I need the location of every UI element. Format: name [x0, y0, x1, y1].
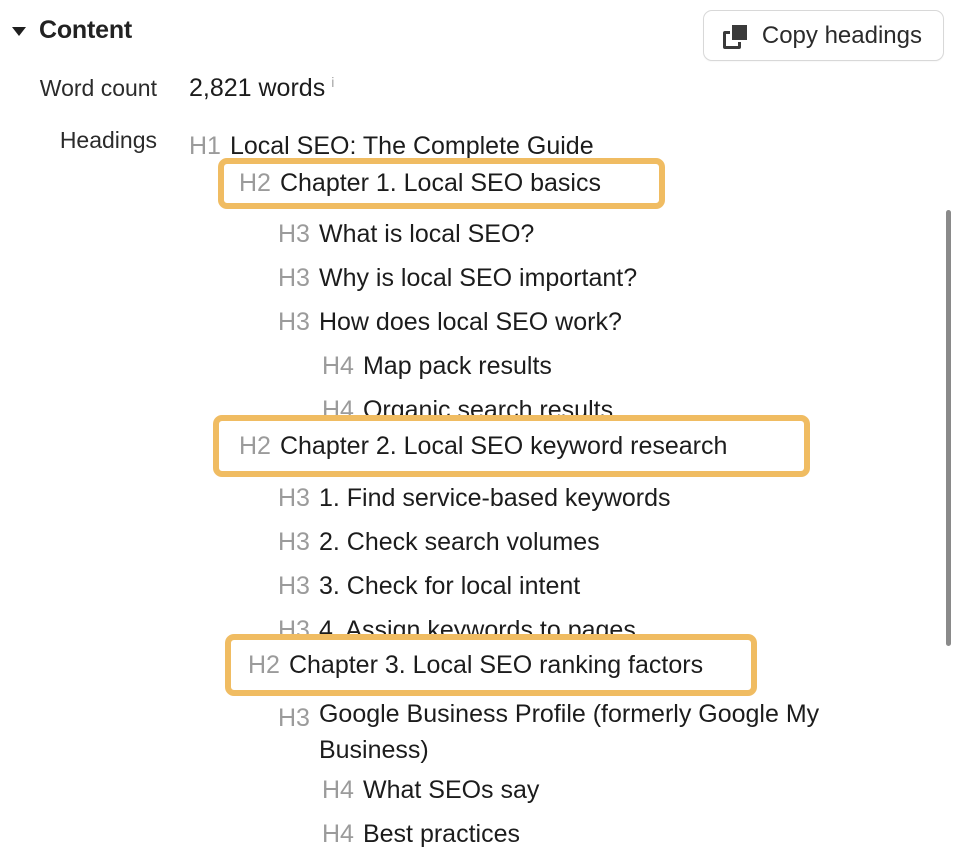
heading-text: Best practices: [362, 820, 520, 848]
heading-tag: H2: [239, 431, 271, 460]
heading-text: 3. Check for local intent: [318, 572, 581, 600]
heading-text: What is local SEO?: [318, 220, 535, 248]
heading-row: H3 2. Check search volumes: [0, 520, 940, 564]
heading-tag: H3: [278, 264, 310, 292]
heading-row: H4 Best practices: [0, 812, 940, 856]
word-count-value: 2,821 words: [189, 74, 326, 102]
heading-text: How does local SEO work?: [318, 308, 622, 336]
heading-row: H3 What is local SEO?: [0, 212, 940, 256]
copy-icon: [722, 22, 749, 49]
heading-row: H3 1. Find service-based keywords: [0, 476, 940, 520]
heading-text: 2. Check search volumes: [318, 528, 600, 556]
heading-row: H3 Google Business Profile (formerly Goog…: [0, 696, 940, 768]
vertical-scrollbar-thumb[interactable]: [946, 210, 951, 646]
heading-tag: H3: [278, 308, 310, 336]
heading-tag: H2: [248, 650, 280, 679]
heading-text: Chapter 3. Local SEO ranking factors: [288, 650, 704, 679]
content-panel-header: Content Copy headings: [0, 10, 954, 62]
heading-row: H3 3. Check for local intent: [0, 564, 940, 608]
highlight-box-chapter-2: H2 Chapter 2. Local SEO keyword research: [213, 415, 810, 477]
page-title: Content: [39, 16, 133, 44]
heading-tag: H1: [189, 132, 221, 160]
heading-row: H3 How does local SEO work?: [0, 300, 940, 344]
heading-row: H4 Map pack results: [0, 344, 940, 388]
heading-tag: H3: [278, 528, 310, 556]
word-count-label: Word count: [39, 75, 157, 101]
heading-text: Chapter 2. Local SEO keyword research: [279, 431, 728, 460]
heading-text: Chapter 1. Local SEO basics: [279, 169, 601, 197]
copy-headings-button[interactable]: Copy headings: [702, 10, 944, 61]
content-section-toggle[interactable]: Content: [12, 18, 132, 43]
chevron-down-icon: [12, 27, 26, 36]
heading-text: 1. Find service-based keywords: [318, 484, 671, 512]
heading-text: Why is local SEO important?: [318, 264, 638, 292]
heading-tag: H2: [239, 169, 271, 197]
heading-text: Google Business Profile (formerly Google…: [318, 700, 820, 764]
heading-tag: H3: [278, 220, 310, 248]
heading-row: H3 Why is local SEO important?: [0, 256, 940, 300]
heading-tag: H4: [322, 352, 354, 380]
highlight-box-chapter-3: H2 Chapter 3. Local SEO ranking factors: [225, 634, 757, 696]
highlight-box-chapter-1: H2 Chapter 1. Local SEO basics: [218, 158, 665, 209]
heading-tag: H3: [278, 572, 310, 600]
heading-tag: H3: [278, 484, 310, 512]
heading-text: Map pack results: [362, 352, 552, 380]
headings-list: H1Local SEO: The Complete GuideH2Chapter…: [0, 124, 940, 854]
heading-tag: H3: [278, 704, 310, 732]
heading-tag: H4: [322, 776, 354, 804]
info-icon[interactable]: i: [331, 75, 334, 89]
word-count-value-group: 2,821 words i: [189, 73, 334, 103]
heading-text: What SEOs say: [362, 776, 540, 804]
heading-tag: H4: [322, 820, 354, 848]
heading-row: H4 What SEOs say: [0, 768, 940, 812]
copy-headings-button-label: Copy headings: [761, 21, 922, 49]
